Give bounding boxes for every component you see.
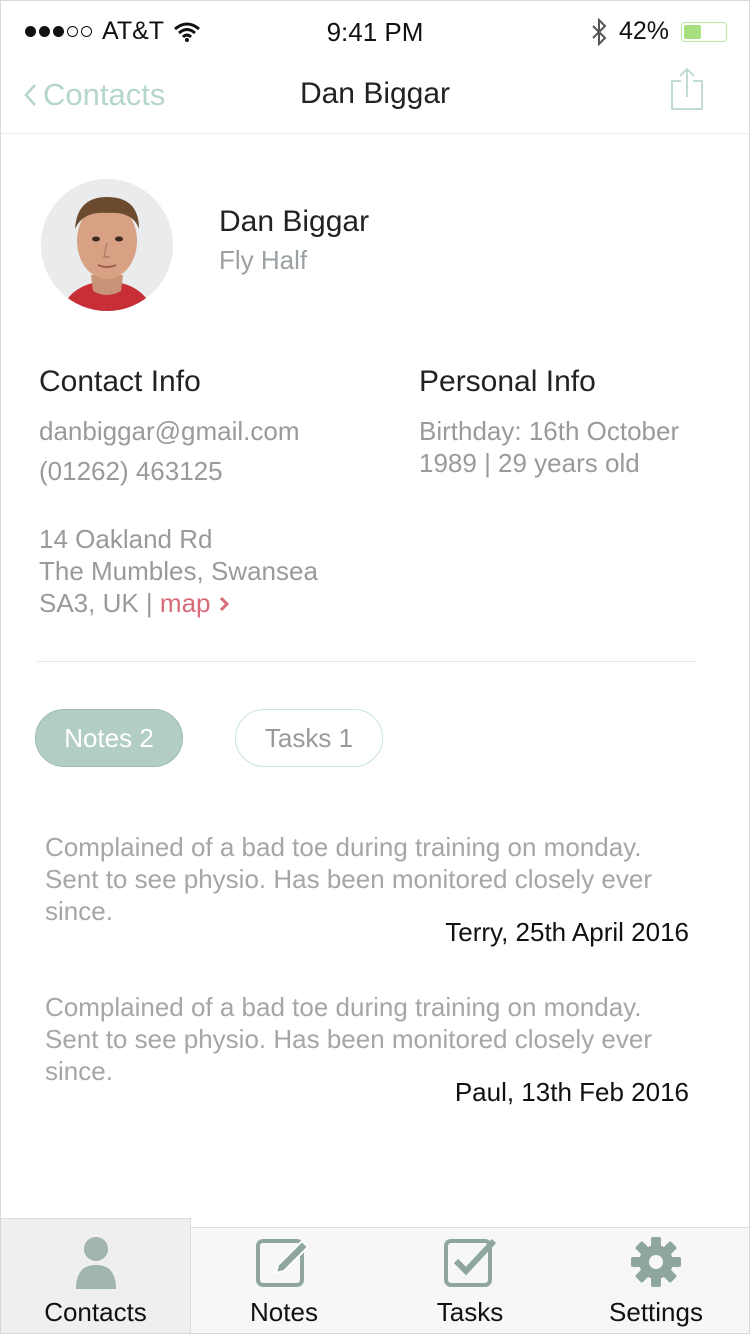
tab-tasks[interactable]: Tasks 1 [235, 709, 383, 767]
contact-phone[interactable]: (01262) 463125 [39, 455, 223, 487]
birthday-line-2: 1989 | 29 years old [419, 448, 640, 478]
contact-email[interactable]: danbiggar@gmail.com [39, 415, 300, 447]
tab-bar: Contacts Notes Tasks Settings [1, 1218, 749, 1333]
edit-icon [256, 1239, 310, 1287]
section-divider [37, 661, 697, 662]
contact-role: Fly Half [219, 245, 308, 275]
chevron-right-icon [219, 596, 229, 612]
checkbox-icon [444, 1238, 497, 1287]
battery-icon [681, 21, 727, 42]
page-title: Dan Biggar [299, 77, 451, 110]
tab-bar-label: Settings [609, 1297, 703, 1327]
tab-bar-notes[interactable]: Notes [191, 1228, 377, 1333]
tab-bar-label: Tasks [436, 1297, 504, 1327]
note-item[interactable]: Complained of a bad toe during training … [45, 831, 689, 948]
battery-level [684, 24, 701, 39]
tab-bar-label: Notes [250, 1297, 318, 1327]
map-link[interactable]: map [160, 588, 230, 618]
personal-info-heading: Personal Info [419, 365, 596, 398]
tab-bar-contacts[interactable]: Contacts [1, 1218, 191, 1333]
avatar-photo [41, 179, 173, 311]
address-line-3: SA3, UK | map [39, 587, 318, 619]
map-link-label: map [159, 588, 211, 618]
note-text: Complained of a bad toe during training … [45, 992, 653, 1086]
status-bar: AT&T 9:41 PM 42% [1, 1, 749, 65]
app-screen: AT&T 9:41 PM 42% Contacts Dan Biggar Dan… [0, 0, 750, 1334]
note-author-date: Terry, 25th April 2016 [445, 917, 689, 947]
address-postcode: SA3, UK | [39, 588, 160, 618]
tab-notes[interactable]: Notes 2 [35, 709, 183, 767]
person-icon [75, 1237, 116, 1289]
share-button[interactable] [669, 67, 705, 113]
status-right: 42% [591, 17, 727, 46]
personal-birthday: Birthday: 16th October 1989 | 29 years o… [419, 415, 679, 479]
note-item[interactable]: Complained of a bad toe during training … [45, 991, 689, 1108]
bluetooth-icon [592, 17, 607, 46]
navigation-bar: Contacts Dan Biggar [1, 65, 749, 134]
birthday-line-1: Birthday: 16th October [419, 416, 680, 446]
address-line-1: 14 Oakland Rd [39, 524, 213, 554]
address-line-2: The Mumbles, Swansea [39, 556, 318, 586]
tab-bar-label: Contacts [44, 1297, 147, 1327]
tab-bar-tasks[interactable]: Tasks [377, 1228, 563, 1333]
note-author-date: Paul, 13th Feb 2016 [454, 1077, 689, 1107]
contact-info-heading: Contact Info [39, 365, 201, 398]
contact-name: Dan Biggar [219, 205, 370, 238]
share-icon [671, 67, 703, 110]
battery-percent: 42% [618, 17, 669, 45]
note-text: Complained of a bad toe during training … [45, 832, 653, 926]
avatar [41, 179, 173, 311]
tab-bar-settings[interactable]: Settings [563, 1228, 749, 1333]
contact-address: 14 Oakland Rd The Mumbles, Swansea SA3, … [39, 523, 318, 619]
gear-icon [631, 1237, 681, 1287]
